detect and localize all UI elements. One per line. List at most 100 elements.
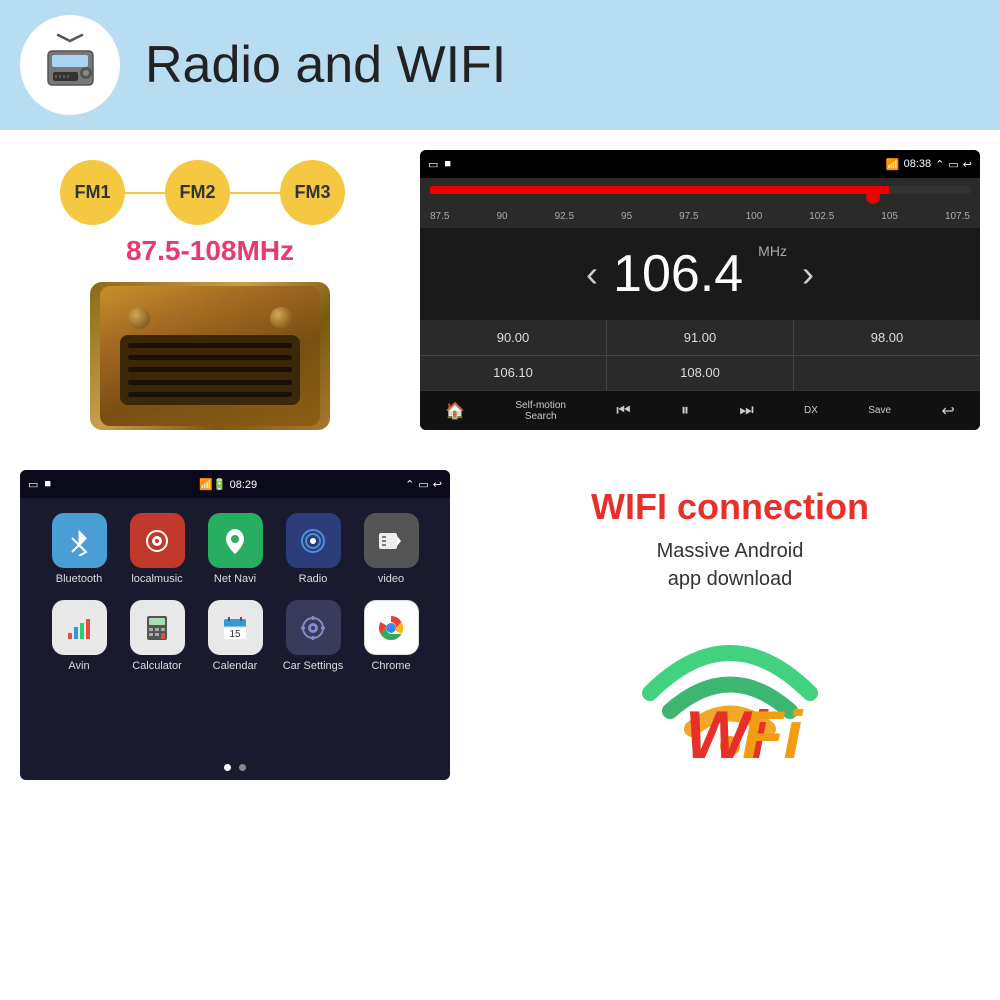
home-statusbar-center: 📶🔋 08:29 — [199, 478, 257, 491]
avin-icon — [52, 600, 107, 655]
fm-connector-2 — [228, 192, 286, 194]
app-calculator[interactable]: Calculator — [122, 600, 192, 672]
self-motion-search-button[interactable]: Self-motionSearch — [515, 400, 566, 422]
radio-app-icon — [286, 513, 341, 568]
radio-controls-bar: 🏠 Self-motionSearch ⏮ ⏸ ⏭ DX Save ↩ — [420, 390, 980, 430]
freq-right-arrow[interactable]: › — [802, 253, 814, 295]
app-radio[interactable]: Radio — [278, 513, 348, 585]
app-avin[interactable]: Avin — [44, 600, 114, 672]
back-button[interactable]: ↩ — [941, 401, 954, 421]
wifi-logo: Wi Fi — [630, 603, 830, 763]
freq-indicator-bar — [430, 186, 970, 194]
video-icon — [364, 513, 419, 568]
fm1-bubble: FM1 — [60, 160, 125, 225]
home-window-icon: ▭ — [28, 478, 38, 491]
home-arrow-up: ⌃ — [405, 478, 414, 491]
radio-main-display: ‹ 106.4 MHz › — [420, 228, 980, 320]
next-button[interactable]: ⏭ — [739, 402, 753, 420]
wifi-subtitle: Massive Androidapp download — [657, 537, 804, 593]
dot-1[interactable] — [224, 764, 231, 771]
statusbar-left-icons: ▭ ■ — [428, 158, 451, 171]
carsettings-label: Car Settings — [283, 660, 344, 672]
fm-area: FM1 FM2 FM3 87.5-108MHz — [20, 150, 400, 430]
freq-position-dot — [866, 190, 880, 204]
home-statusbar-right: ⌃ ▭ ↩ — [405, 478, 442, 491]
svg-text:Fi: Fi — [742, 697, 805, 763]
preset-2[interactable]: 91.00 — [607, 320, 793, 355]
freq-unit: MHz — [758, 243, 787, 259]
dx-button[interactable]: DX — [804, 405, 818, 416]
preset-1[interactable]: 90.00 — [420, 320, 606, 355]
calculator-icon — [130, 600, 185, 655]
fm3-bubble: FM3 — [280, 160, 345, 225]
netnavi-icon — [208, 513, 263, 568]
radio-knob-left — [128, 307, 150, 329]
bluetooth-label: Bluetooth — [56, 573, 102, 585]
home-statusbar-left: ▭ ■ — [28, 478, 51, 491]
app-bluetooth[interactable]: Bluetooth — [44, 513, 114, 585]
video-label: video — [378, 573, 404, 585]
wifi-connection-title: WIFI connection — [591, 487, 869, 527]
app-netnavi[interactable]: Net Navi — [200, 513, 270, 585]
avin-label: Avin — [68, 660, 89, 672]
calculator-label: Calculator — [132, 660, 182, 672]
android-home-screen: ▭ ■ 📶🔋 08:29 ⌃ ▭ ↩ Bluetooth — [20, 470, 450, 780]
localmusic-label: localmusic — [131, 573, 182, 585]
app-carsettings[interactable]: Car Settings — [278, 600, 348, 672]
battery-icon: ▭ — [948, 158, 958, 171]
dot-2[interactable] — [239, 764, 246, 771]
wifi-section: WIFI connection Massive Androidapp downl… — [480, 470, 980, 780]
calendar-icon: 15 — [208, 600, 263, 655]
fm-bubbles: FM1 FM2 FM3 — [60, 160, 360, 225]
home-status-icons: 📶🔋 — [199, 479, 226, 491]
section1: FM1 FM2 FM3 87.5-108MHz — [0, 130, 1000, 450]
netnavi-label: Net Navi — [214, 573, 256, 585]
preset-5[interactable]: 108.00 — [607, 356, 793, 391]
android-radio-screen: ▭ ■ 📶 08:38 ⌃ ▭ ↩ 87.5 90 92.5 95 97.5 1… — [420, 150, 980, 430]
expand-icon: ⌃ — [935, 158, 944, 171]
radio-freq-bar: 87.5 90 92.5 95 97.5 100 102.5 105 107.5 — [420, 178, 980, 228]
svg-text:15: 15 — [229, 629, 241, 640]
square-icon: ■ — [444, 158, 451, 171]
freq-scale: 87.5 90 92.5 95 97.5 100 102.5 105 107.5 — [420, 211, 980, 222]
app-row-1: Bluetooth localmusic Net Navi — [40, 513, 430, 585]
prev-button[interactable]: ⏮ — [616, 402, 630, 420]
app-video[interactable]: video — [356, 513, 426, 585]
home-back: ↩ — [433, 478, 442, 491]
app-chrome[interactable]: Chrome — [356, 600, 426, 672]
radio-knob-right — [270, 307, 292, 329]
radio-grille — [120, 335, 300, 405]
status-time: 08:38 — [904, 158, 932, 170]
preset-3[interactable]: 98.00 — [794, 320, 980, 355]
home-button[interactable]: 🏠 — [445, 401, 465, 421]
radio-statusbar: ▭ ■ 📶 08:38 ⌃ ▭ ↩ — [420, 150, 980, 178]
preset-6[interactable] — [794, 356, 980, 391]
freq-left-arrow[interactable]: ‹ — [586, 253, 598, 295]
save-button[interactable]: Save — [868, 405, 891, 416]
vintage-radio-image — [90, 282, 330, 430]
calendar-label: Calendar — [213, 660, 258, 672]
banner-title: Radio and WIFI — [145, 35, 506, 95]
app-localmusic[interactable]: localmusic — [122, 513, 192, 585]
home-statusbar: ▭ ■ 📶🔋 08:29 ⌃ ▭ ↩ — [20, 470, 450, 498]
preset-4[interactable]: 106.10 — [420, 356, 606, 391]
back-icon: ↩ — [963, 158, 972, 171]
current-frequency: 106.4 — [613, 244, 743, 304]
chrome-label: Chrome — [371, 660, 410, 672]
radio-body — [100, 286, 320, 426]
wifi-subtitle-text: Massive Androidapp download — [657, 540, 804, 590]
statusbar-right-info: 📶 08:38 ⌃ ▭ ↩ — [886, 158, 972, 171]
bluetooth-icon — [52, 513, 107, 568]
localmusic-icon — [130, 513, 185, 568]
fm-connector-1 — [120, 192, 170, 194]
signal-icon: 📶 — [886, 158, 900, 171]
home-square-icon: ■ — [44, 478, 51, 491]
app-calendar[interactable]: 15 Calendar — [200, 600, 270, 672]
play-pause-button[interactable]: ⏸ — [681, 402, 689, 420]
app-row-2: Avin Calculator 15 Calendar — [40, 600, 430, 672]
carsettings-icon — [286, 600, 341, 655]
fm-frequency-range: 87.5-108MHz — [126, 235, 294, 267]
window-icon: ▭ — [428, 158, 438, 171]
section2: ▭ ■ 📶🔋 08:29 ⌃ ▭ ↩ Bluetooth — [0, 450, 1000, 800]
radio-presets-grid: 90.00 91.00 98.00 106.10 108.00 — [420, 320, 980, 390]
